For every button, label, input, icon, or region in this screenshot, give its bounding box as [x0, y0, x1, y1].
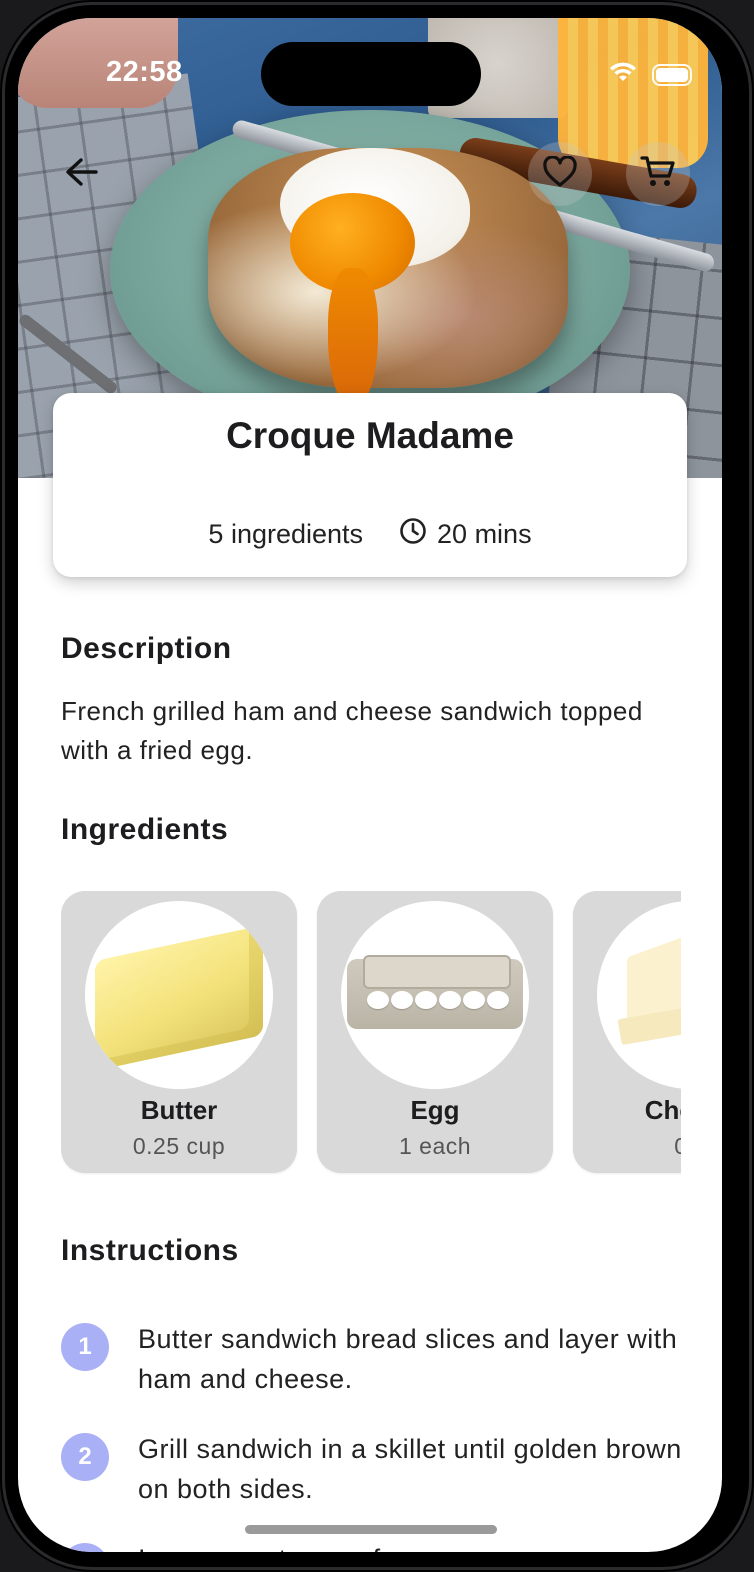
wifi-icon [608, 60, 638, 89]
ingredient-image [341, 901, 529, 1089]
status-indicators [608, 60, 692, 89]
egg-shape [391, 991, 413, 1009]
ingredient-image [597, 901, 681, 1089]
recipe-meta: 5 ingredients 20 mins [53, 517, 687, 552]
app-screen: 22:58 Croque Madame 5 ingredients 20 min… [18, 18, 722, 1552]
yolk-drip-decor [328, 268, 378, 408]
ingredient-card[interactable]: Butter 0.25 cup [61, 891, 297, 1173]
step-number-badge: 2 [61, 1433, 109, 1481]
step-text: In a separate pan, fry an egg sunny- [138, 1539, 698, 1552]
instructions-list: 1 Butter sandwich bread slices and layer… [61, 1309, 701, 1552]
ingredients-count: 5 ingredients [208, 519, 364, 549]
step-number-badge: 3 [61, 1543, 109, 1552]
recipe-duration: 20 mins [437, 519, 532, 549]
ingredient-name: Butter [140, 1095, 218, 1125]
arrow-left-icon [65, 157, 99, 192]
recipe-title-card: Croque Madame 5 ingredients 20 mins [53, 393, 687, 577]
back-button[interactable] [50, 142, 114, 206]
ingredient-name: Cheese [644, 1095, 681, 1125]
recipe-title: Croque Madame [226, 415, 514, 456]
ingredient-name: Egg [410, 1095, 460, 1125]
ingredient-card[interactable]: Egg 1 each [317, 891, 553, 1173]
ingredient-card[interactable]: Cheese 0.5 [573, 891, 681, 1173]
step-text: Butter sandwich bread slices and layer w… [138, 1324, 678, 1394]
instructions-heading: Instructions [61, 1234, 239, 1267]
status-time: 22:58 [106, 56, 183, 88]
egg-shape [463, 991, 485, 1009]
juice-glass-decor [558, 18, 708, 168]
dynamic-island [261, 42, 481, 106]
phone-device: 22:58 Croque Madame 5 ingredients 20 min… [0, 0, 754, 1572]
home-indicator[interactable] [245, 1525, 497, 1534]
ingredients-carousel[interactable]: Butter 0.25 cup Egg 1 each Ch [61, 891, 681, 1175]
ingredient-image [85, 901, 273, 1089]
egg-shape [415, 991, 437, 1009]
heart-icon [542, 154, 578, 193]
shopping-cart-icon [640, 155, 676, 194]
recipe-duration-group: 20 mins [399, 517, 532, 552]
egg-shape [487, 991, 509, 1009]
battery-icon [652, 63, 692, 86]
butter-picture [95, 925, 263, 1071]
egg-shape [367, 991, 389, 1009]
description-text: French grilled ham and cheese sandwich t… [61, 696, 643, 765]
step-text: Grill sandwich in a skillet until golden… [138, 1434, 682, 1504]
ingredient-quantity: 1 each [398, 1133, 472, 1159]
description-heading: Description [61, 632, 232, 665]
cart-button[interactable] [626, 142, 690, 206]
instruction-step: 1 Butter sandwich bread slices and layer… [61, 1309, 701, 1419]
egg-carton-lid [363, 955, 511, 989]
clock-icon [399, 517, 427, 552]
step-number-badge: 1 [61, 1323, 109, 1371]
favorite-button[interactable] [528, 142, 592, 206]
ingredient-quantity: 0.5 [573, 1133, 681, 1160]
ingredient-quantity: 0.25 cup [132, 1133, 226, 1159]
egg-shape [439, 991, 461, 1009]
ingredients-heading: Ingredients [61, 813, 229, 846]
instruction-step: 2 Grill sandwich in a skillet until gold… [61, 1419, 701, 1529]
